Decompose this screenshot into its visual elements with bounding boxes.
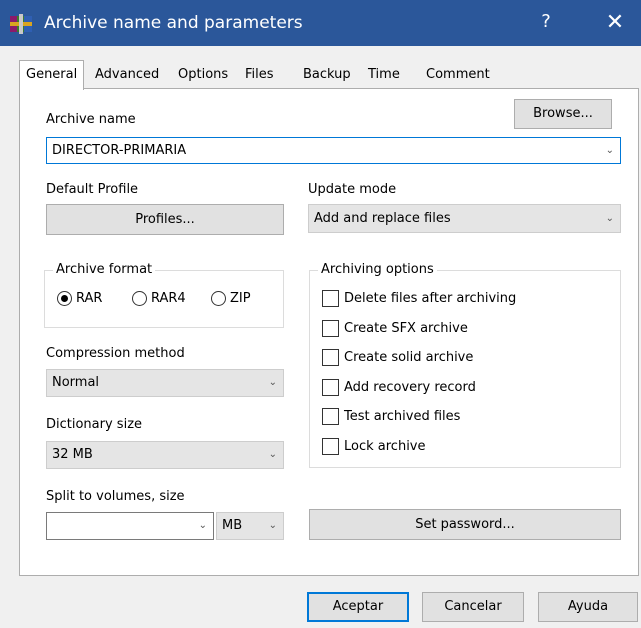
split-volumes-label: Split to volumes, size — [46, 489, 185, 504]
radio-rar4[interactable]: RAR4 — [132, 291, 186, 306]
chevron-down-icon: ⌄ — [268, 377, 277, 388]
split-volumes-unit-select[interactable]: MB ⌄ — [216, 512, 284, 540]
split-volumes-unit-value: MB — [222, 518, 243, 533]
tab-comment[interactable]: Comment — [419, 62, 497, 88]
title-bar: Archive name and parameters ? ✕ — [0, 0, 641, 46]
archiving-options-legend: Archiving options — [318, 262, 437, 277]
browse-button[interactable]: Browse... — [514, 99, 612, 129]
archive-format-group: Archive format RAR RAR4 ZIP — [44, 262, 284, 328]
radio-selected-icon — [57, 291, 72, 306]
checkbox-label: Create solid archive — [344, 350, 474, 365]
radio-zip[interactable]: ZIP — [211, 291, 251, 306]
update-mode-label: Update mode — [308, 182, 397, 197]
checkbox-label: Create SFX archive — [344, 321, 468, 336]
radio-rar4-label: RAR4 — [151, 291, 186, 306]
window-title: Archive name and parameters — [44, 13, 303, 33]
checkbox-label: Add recovery record — [344, 380, 476, 395]
archiving-options-group: Archiving options Delete files after arc… — [309, 262, 621, 468]
radio-zip-label: ZIP — [230, 291, 251, 306]
archive-format-legend: Archive format — [53, 262, 156, 277]
radio-unselected-icon — [211, 291, 226, 306]
set-password-button[interactable]: Set password... — [309, 509, 621, 540]
cancel-button[interactable]: Cancelar — [422, 592, 524, 622]
checkbox-icon — [322, 290, 339, 307]
checkbox-delete-files[interactable]: Delete files after archiving — [322, 290, 516, 307]
general-tab-panel: Archive name Browse... DIRECTOR-PRIMARIA… — [19, 88, 639, 576]
archive-name-value: DIRECTOR-PRIMARIA — [52, 143, 187, 158]
checkbox-label: Lock archive — [344, 439, 426, 454]
help-button[interactable]: Ayuda — [538, 592, 638, 622]
tab-options[interactable]: Options — [171, 62, 235, 88]
dictionary-size-select[interactable]: 32 MB ⌄ — [46, 441, 284, 469]
profiles-button[interactable]: Profiles... — [46, 204, 284, 235]
radio-rar[interactable]: RAR — [57, 291, 102, 306]
chevron-down-icon[interactable]: ⌄ — [199, 513, 207, 539]
tab-files[interactable]: Files — [238, 62, 281, 88]
compression-method-value: Normal — [52, 375, 100, 390]
checkbox-icon — [322, 320, 339, 337]
close-icon[interactable]: ✕ — [600, 8, 630, 38]
radio-rar-label: RAR — [76, 291, 103, 306]
default-profile-label: Default Profile — [46, 182, 139, 197]
split-volumes-size-input[interactable]: ⌄ — [46, 512, 214, 540]
chevron-down-icon: ⌄ — [268, 520, 277, 531]
tab-time[interactable]: Time — [361, 62, 407, 88]
radio-unselected-icon — [132, 291, 147, 306]
update-mode-select[interactable]: Add and replace files ⌄ — [308, 204, 621, 233]
chevron-down-icon: ⌄ — [605, 213, 614, 224]
tab-advanced[interactable]: Advanced — [88, 62, 166, 88]
checkbox-icon — [322, 408, 339, 425]
checkbox-icon — [322, 379, 339, 396]
checkbox-create-sfx[interactable]: Create SFX archive — [322, 320, 468, 337]
checkbox-recovery-record[interactable]: Add recovery record — [322, 379, 476, 396]
archive-name-label: Archive name — [46, 112, 136, 127]
help-icon[interactable]: ? — [536, 11, 556, 32]
chevron-down-icon[interactable]: ⌄ — [606, 138, 614, 163]
dictionary-size-value: 32 MB — [52, 447, 93, 462]
tab-general[interactable]: General — [19, 60, 85, 90]
checkbox-icon — [322, 438, 339, 455]
checkbox-lock-archive[interactable]: Lock archive — [322, 438, 426, 455]
compression-method-select[interactable]: Normal ⌄ — [46, 369, 284, 397]
update-mode-value: Add and replace files — [314, 211, 451, 226]
archive-name-input[interactable]: DIRECTOR-PRIMARIA ⌄ — [46, 137, 621, 164]
chevron-down-icon: ⌄ — [268, 449, 277, 460]
checkbox-icon — [322, 349, 339, 366]
ok-button[interactable]: Aceptar — [307, 592, 409, 622]
dictionary-size-label: Dictionary size — [46, 417, 143, 432]
winrar-icon — [10, 14, 32, 34]
checkbox-label: Test archived files — [344, 409, 461, 424]
tab-backup[interactable]: Backup — [296, 62, 358, 88]
checkbox-test-files[interactable]: Test archived files — [322, 408, 460, 425]
compression-method-label: Compression method — [46, 346, 185, 361]
checkbox-create-solid[interactable]: Create solid archive — [322, 349, 473, 366]
checkbox-label: Delete files after archiving — [344, 291, 517, 306]
